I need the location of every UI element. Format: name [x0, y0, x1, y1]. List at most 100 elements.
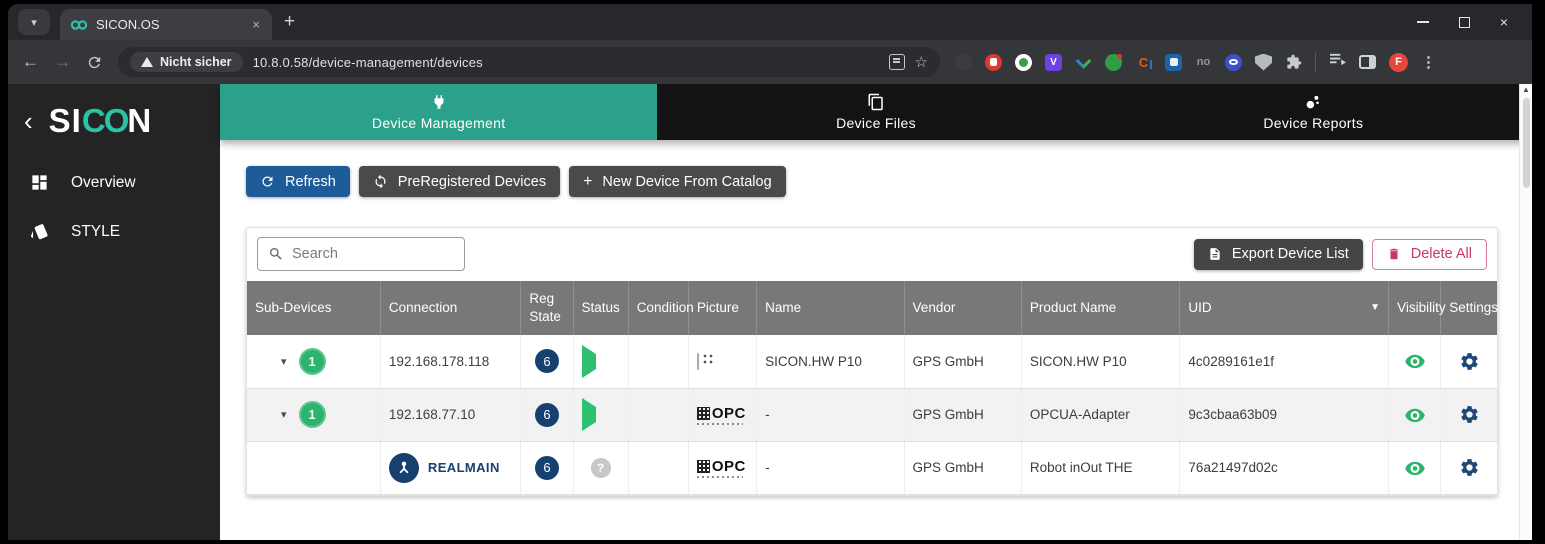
- translate-icon[interactable]: [889, 54, 905, 70]
- sidebar: ‹ SICON Overview STYLE: [8, 84, 220, 540]
- settings-gear-icon[interactable]: [1459, 457, 1480, 478]
- security-label: Nicht sicher: [160, 55, 232, 69]
- sidebar-item-style[interactable]: STYLE: [8, 207, 220, 256]
- page-scrollbar[interactable]: ▲: [1519, 84, 1532, 540]
- close-icon[interactable]: ×: [1500, 15, 1508, 29]
- extension-icon-8[interactable]: [1165, 54, 1182, 71]
- col-condition[interactable]: Condition: [628, 281, 688, 335]
- profile-avatar[interactable]: F: [1389, 53, 1408, 72]
- extension-icon-3[interactable]: [1015, 54, 1032, 71]
- extension-icon-11[interactable]: [1255, 54, 1272, 71]
- settings-gear-icon[interactable]: [1459, 404, 1480, 425]
- sidebar-collapse-button[interactable]: ‹: [24, 108, 33, 134]
- bookmark-star-icon[interactable]: ☆: [915, 53, 928, 71]
- export-device-list-button[interactable]: Export Device List: [1194, 239, 1363, 270]
- app-area: ‹ SICON Overview STYLE Device Management: [8, 84, 1532, 540]
- bubble-chart-icon: [1304, 93, 1322, 111]
- device-list-card: Export Device List Delete All: [246, 227, 1498, 496]
- browser-toolbar: ← → Nicht sicher 10.8.0.58/device-manage…: [8, 40, 1532, 84]
- product-name-value: OPCUA-Adapter: [1021, 388, 1180, 441]
- new-device-from-catalog-button[interactable]: + New Device From Catalog: [569, 166, 786, 197]
- visibility-eye-icon[interactable]: [1404, 407, 1426, 423]
- minimize-icon[interactable]: [1417, 21, 1429, 23]
- col-visibility[interactable]: Visibility: [1389, 281, 1441, 335]
- extension-icon-4[interactable]: V: [1045, 54, 1062, 71]
- sidebar-item-label: STYLE: [71, 223, 120, 241]
- expand-caret-icon[interactable]: ▾: [281, 408, 287, 421]
- url-text: 10.8.0.58/device-management/devices: [253, 55, 483, 70]
- settings-gear-icon[interactable]: [1459, 351, 1480, 372]
- search-box[interactable]: [257, 237, 465, 271]
- status-running-icon[interactable]: [582, 398, 596, 431]
- new-tab-button[interactable]: +: [284, 11, 295, 33]
- col-reg-state[interactable]: Reg State: [521, 281, 573, 335]
- device-list-toolbar: Export Device List Delete All: [247, 228, 1497, 281]
- extension-icon-6[interactable]: [1105, 54, 1122, 71]
- extension-icon-2[interactable]: [985, 54, 1002, 71]
- maximize-icon[interactable]: [1459, 17, 1470, 28]
- plug-icon: [430, 93, 448, 111]
- back-icon[interactable]: ←: [22, 52, 39, 72]
- tab-device-management[interactable]: Device Management: [220, 84, 657, 140]
- forward-icon[interactable]: →: [54, 52, 71, 72]
- sub-device-count-badge[interactable]: 1: [299, 401, 326, 428]
- visibility-eye-icon[interactable]: [1404, 460, 1426, 476]
- side-panel-icon[interactable]: [1359, 55, 1376, 69]
- vendor-value: GPS GmbH: [904, 388, 1021, 441]
- extension-icon-7[interactable]: C: [1135, 54, 1152, 71]
- security-chip[interactable]: Nicht sicher: [130, 52, 243, 72]
- scroll-up-icon[interactable]: ▲: [1522, 85, 1530, 94]
- scrollbar-thumb[interactable]: [1523, 98, 1530, 188]
- name-value: -: [757, 388, 904, 441]
- tab-device-files[interactable]: Device Files: [657, 84, 1094, 140]
- address-bar[interactable]: Nicht sicher 10.8.0.58/device-management…: [118, 47, 940, 77]
- plus-icon: +: [583, 173, 592, 191]
- extensions-puzzle-icon[interactable]: [1285, 54, 1302, 71]
- extension-icon-5[interactable]: [1075, 54, 1092, 71]
- device-management-content: Refresh PreRegistered Devices + New Devi…: [220, 140, 1532, 540]
- tab-close-icon[interactable]: ×: [250, 17, 262, 32]
- col-product-name[interactable]: Product Name: [1021, 281, 1180, 335]
- robot-icon: [389, 453, 419, 483]
- status-running-icon[interactable]: [582, 345, 596, 378]
- realmain-device: REALMAIN: [389, 453, 512, 483]
- sidebar-item-overview[interactable]: Overview: [8, 158, 220, 207]
- reload-icon[interactable]: [86, 54, 103, 71]
- name-value: SICON.HW P10: [757, 335, 904, 388]
- sub-device-count-badge[interactable]: 1: [299, 348, 326, 375]
- extension-icon-9[interactable]: no: [1195, 54, 1212, 71]
- product-name-value: SICON.HW P10: [1021, 335, 1180, 388]
- col-status[interactable]: Status: [573, 281, 628, 335]
- tab-label: Device Management: [372, 115, 506, 131]
- dashboard-grid-icon: [30, 173, 49, 192]
- tab-search-button[interactable]: ▾: [18, 9, 50, 35]
- col-uid[interactable]: UID▼: [1180, 281, 1389, 335]
- search-input[interactable]: [292, 246, 454, 262]
- export-file-icon: [1208, 247, 1222, 261]
- media-controls-icon[interactable]: [1329, 52, 1346, 72]
- favicon-sicon-icon: [70, 19, 88, 31]
- col-vendor[interactable]: Vendor: [904, 281, 1021, 335]
- extension-icon-10[interactable]: [1225, 54, 1242, 71]
- visibility-eye-icon[interactable]: [1404, 353, 1426, 369]
- extension-icon-1[interactable]: [955, 54, 972, 71]
- uid-value: 76a21497d02c: [1180, 441, 1389, 494]
- toolbar-divider: [1315, 52, 1316, 72]
- browser-tab-active[interactable]: SICON.OS ×: [60, 9, 272, 40]
- expand-caret-icon[interactable]: ▾: [281, 355, 287, 368]
- col-sub-devices[interactable]: Sub-Devices: [247, 281, 380, 335]
- col-connection[interactable]: Connection: [380, 281, 520, 335]
- delete-all-button[interactable]: Delete All: [1372, 239, 1487, 270]
- opc-logo: OPC: [697, 458, 746, 478]
- sort-arrow-icon[interactable]: ▼: [1370, 301, 1380, 314]
- col-name[interactable]: Name: [757, 281, 904, 335]
- refresh-button[interactable]: Refresh: [246, 166, 350, 197]
- tab-label: Device Files: [836, 115, 916, 131]
- uid-value: 9c3cbaa63b09: [1180, 388, 1389, 441]
- actions-row: Refresh PreRegistered Devices + New Devi…: [246, 166, 1532, 197]
- col-picture[interactable]: Picture: [688, 281, 756, 335]
- preregistered-devices-button[interactable]: PreRegistered Devices: [359, 166, 560, 197]
- browser-menu-icon[interactable]: ⋮: [1421, 53, 1436, 71]
- tab-device-reports[interactable]: Device Reports: [1095, 84, 1532, 140]
- col-settings[interactable]: Settings: [1441, 281, 1497, 335]
